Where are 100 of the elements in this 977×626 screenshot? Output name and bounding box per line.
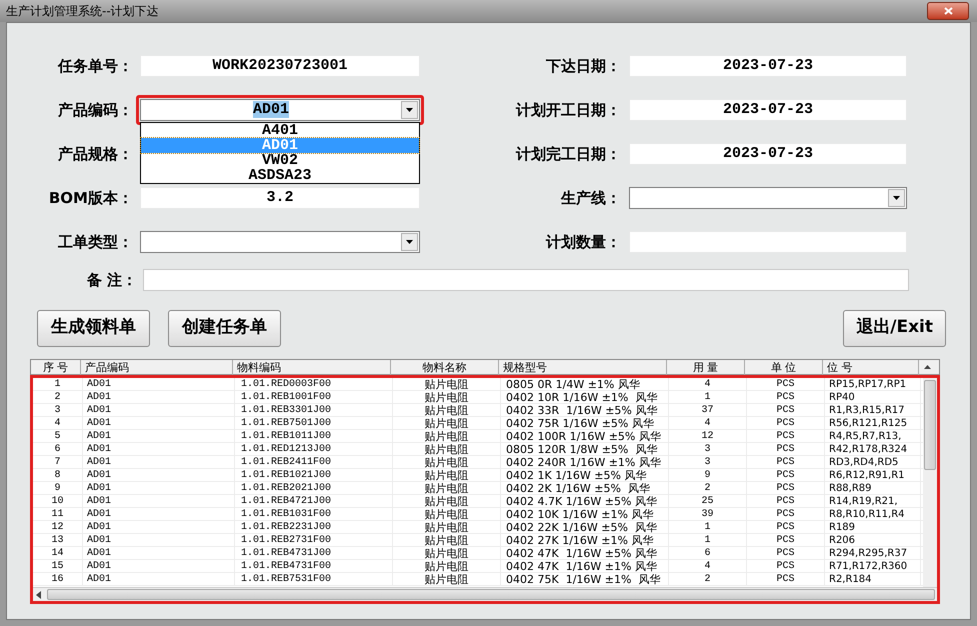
dropdown-option[interactable]: ASDSA23 <box>141 168 419 183</box>
table-cell: PCS <box>747 547 825 560</box>
table-cell: 1.01.REB4721J00 <box>235 495 393 508</box>
column-header[interactable]: 位 号 <box>823 360 919 375</box>
table-cell: 1.01.REB7531F00 <box>235 573 393 586</box>
table-cell: R88,R89 <box>825 482 921 495</box>
input-field[interactable]: WORK20230723001 <box>140 55 420 77</box>
table-cell: 3 <box>669 443 747 456</box>
table-cell: R56,R121,R125 <box>825 417 921 430</box>
table-cell: 0402 240R 1/16W ±1% 风华 <box>501 456 669 469</box>
table-cell: AD01 <box>83 534 235 547</box>
table-cell: R71,R172,R360 <box>825 560 921 573</box>
table-cell: RP15,RP17,RP1 <box>825 378 921 391</box>
table-cell: AD01 <box>83 404 235 417</box>
table-cell: 贴片电阻 <box>393 417 501 430</box>
field-label: 产品编码： <box>58 100 133 121</box>
table-cell: 贴片电阻 <box>393 443 501 456</box>
column-header[interactable]: 物料名称 <box>391 360 499 375</box>
field-label: 下达日期： <box>546 56 621 77</box>
table-cell: 16 <box>33 573 83 586</box>
table-cell: 8 <box>33 469 83 482</box>
table-cell: R6,R12,R91,R1 <box>825 469 921 482</box>
table-cell: PCS <box>747 378 825 391</box>
table-cell: 37 <box>669 404 747 417</box>
table-cell: 2 <box>669 573 747 586</box>
table-cell: 贴片电阻 <box>393 469 501 482</box>
table-cell: R8,R10,R11,R4 <box>825 508 921 521</box>
horizontal-scrollbar[interactable] <box>33 587 937 601</box>
input-field[interactable]: 2023-07-23 <box>629 143 907 165</box>
table-cell: 0402 2K 1/16W ±5% 风华 <box>501 482 669 495</box>
action-button[interactable]: 生成领料单 <box>37 310 150 346</box>
table-cell: 9 <box>669 469 747 482</box>
table-cell: 贴片电阻 <box>393 430 501 443</box>
field-label: 生产线： <box>561 188 621 209</box>
field-label: BOM版本： <box>48 188 133 209</box>
exit-button[interactable]: 退出/Exit <box>843 310 946 346</box>
table-cell: 贴片电阻 <box>393 508 501 521</box>
table-cell: 1 <box>669 521 747 534</box>
table-cell: 贴片电阻 <box>393 547 501 560</box>
table-cell: PCS <box>747 391 825 404</box>
column-header[interactable]: 单 位 <box>745 360 823 375</box>
table-cell: 1 <box>33 378 83 391</box>
table-cell: PCS <box>747 508 825 521</box>
combo-box[interactable] <box>140 231 420 253</box>
table-cell: 15 <box>33 560 83 573</box>
table-cell: 0402 10K 1/16W ±1% 风华 <box>501 508 669 521</box>
table-cell: 2 <box>33 391 83 404</box>
table-cell: 0805 120R 1/8W ±5% 风华 <box>501 443 669 456</box>
table-cell: AD01 <box>83 430 235 443</box>
field-label: 计划开工日期： <box>516 100 621 121</box>
scroll-thumb[interactable] <box>47 589 935 600</box>
input-field[interactable]: 2023-07-23 <box>629 99 907 121</box>
table-cell: 3 <box>669 456 747 469</box>
table-cell: 5 <box>33 430 83 443</box>
table-cell: AD01 <box>83 443 235 456</box>
table-cell: R14,R19,R21, <box>825 495 921 508</box>
dropdown-option[interactable]: VW02 <box>141 153 419 168</box>
table-cell: PCS <box>747 456 825 469</box>
column-header[interactable]: 产品编码 <box>81 360 233 375</box>
table-cell: AD01 <box>83 495 235 508</box>
close-button[interactable] <box>927 2 969 20</box>
table-cell: 14 <box>33 547 83 560</box>
table-cell: 1.01.REB1011J00 <box>235 430 393 443</box>
table-cell: 1.01.REB4731F00 <box>235 560 393 573</box>
column-header[interactable]: 序 号 <box>31 360 81 375</box>
table-cell: 1.01.REB2731F00 <box>235 534 393 547</box>
input-field[interactable] <box>629 231 907 253</box>
field-label: 计划完工日期： <box>516 144 621 165</box>
field-label: 任务单号： <box>58 56 133 77</box>
table-cell: 贴片电阻 <box>393 404 501 417</box>
action-button[interactable]: 创建任务单 <box>168 310 281 346</box>
table-cell: 1.01.REB2231J00 <box>235 521 393 534</box>
close-icon <box>944 7 952 15</box>
table-cell: 1.01.REB7501J00 <box>235 417 393 430</box>
table-cell: R189 <box>825 521 921 534</box>
table-cell: 0402 47K 1/16W ±1% 风华 <box>501 560 669 573</box>
dropdown-option[interactable]: A401 <box>141 123 419 138</box>
table-cell: AD01 <box>83 560 235 573</box>
table-cell: 12 <box>669 430 747 443</box>
table-cell: 1.01.REB1021J00 <box>235 469 393 482</box>
table-cell: 0402 1K 1/16W ±5% 风华 <box>501 469 669 482</box>
input-field[interactable]: 3.2 <box>140 187 420 209</box>
vertical-scrollbar[interactable] <box>923 378 937 587</box>
scroll-thumb[interactable] <box>924 380 936 470</box>
table-cell: 1.01.REB2021J00 <box>235 482 393 495</box>
column-header[interactable]: 规格型号 <box>499 360 667 375</box>
table-cell: R1,R3,R15,R17 <box>825 404 921 417</box>
input-field[interactable]: 2023-07-23 <box>629 55 907 77</box>
combo-box[interactable] <box>629 187 907 209</box>
table-cell: 1.01.REB1001F00 <box>235 391 393 404</box>
table-cell: 6 <box>33 443 83 456</box>
table-cell: PCS <box>747 469 825 482</box>
column-header[interactable]: 用 量 <box>667 360 745 375</box>
table-cell: 0402 47K 1/16W ±5% 风华 <box>501 547 669 560</box>
table-cell: PCS <box>747 443 825 456</box>
input-field[interactable] <box>143 269 909 291</box>
column-header[interactable]: 物料编码 <box>233 360 391 375</box>
table-cell: PCS <box>747 417 825 430</box>
table-cell: 0402 27K 1/16W ±1% 风华 <box>501 534 669 547</box>
table-cell: AD01 <box>83 391 235 404</box>
